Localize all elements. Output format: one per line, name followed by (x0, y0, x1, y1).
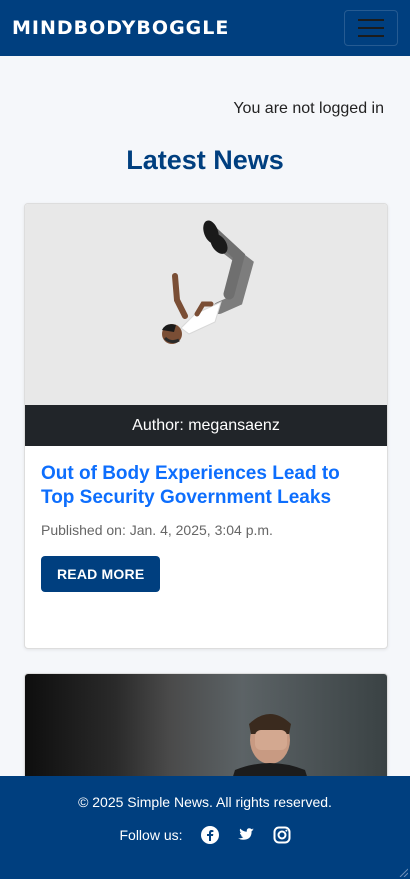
article-image[interactable]: Author: megansaenz (25, 204, 387, 446)
instagram-icon[interactable] (273, 826, 291, 844)
resize-grip-icon[interactable] (398, 867, 408, 877)
navbar: MINDBODYBOGGLE (0, 0, 410, 56)
article-title-link[interactable]: Out of Body Experiences Lead to Top Secu… (41, 462, 371, 510)
news-card: Author: megansaenz Out of Body Experienc… (24, 203, 388, 649)
hamburger-menu-icon[interactable] (344, 10, 398, 46)
page-title: Latest News (126, 145, 284, 175)
read-more-button[interactable]: READ MORE (41, 556, 161, 592)
site-footer: © 2025 Simple News. All rights reserved.… (0, 776, 410, 879)
published-date: Published on: Jan. 4, 2025, 3:04 p.m. (41, 522, 273, 538)
copyright-text: © 2025 Simple News. All rights reserved. (78, 794, 332, 810)
author-bar: Author: megansaenz (25, 405, 387, 446)
facebook-icon[interactable] (200, 826, 219, 844)
twitter-icon[interactable] (237, 826, 255, 844)
brand-logo-text[interactable]: MINDBODYBOGGLE (12, 17, 229, 39)
login-status-text: You are not logged in (233, 100, 384, 117)
follow-us-label: Follow us: (119, 827, 183, 843)
social-links: Follow us: (0, 826, 410, 844)
card-body: Out of Body Experiences Lead to Top Secu… (25, 446, 387, 592)
